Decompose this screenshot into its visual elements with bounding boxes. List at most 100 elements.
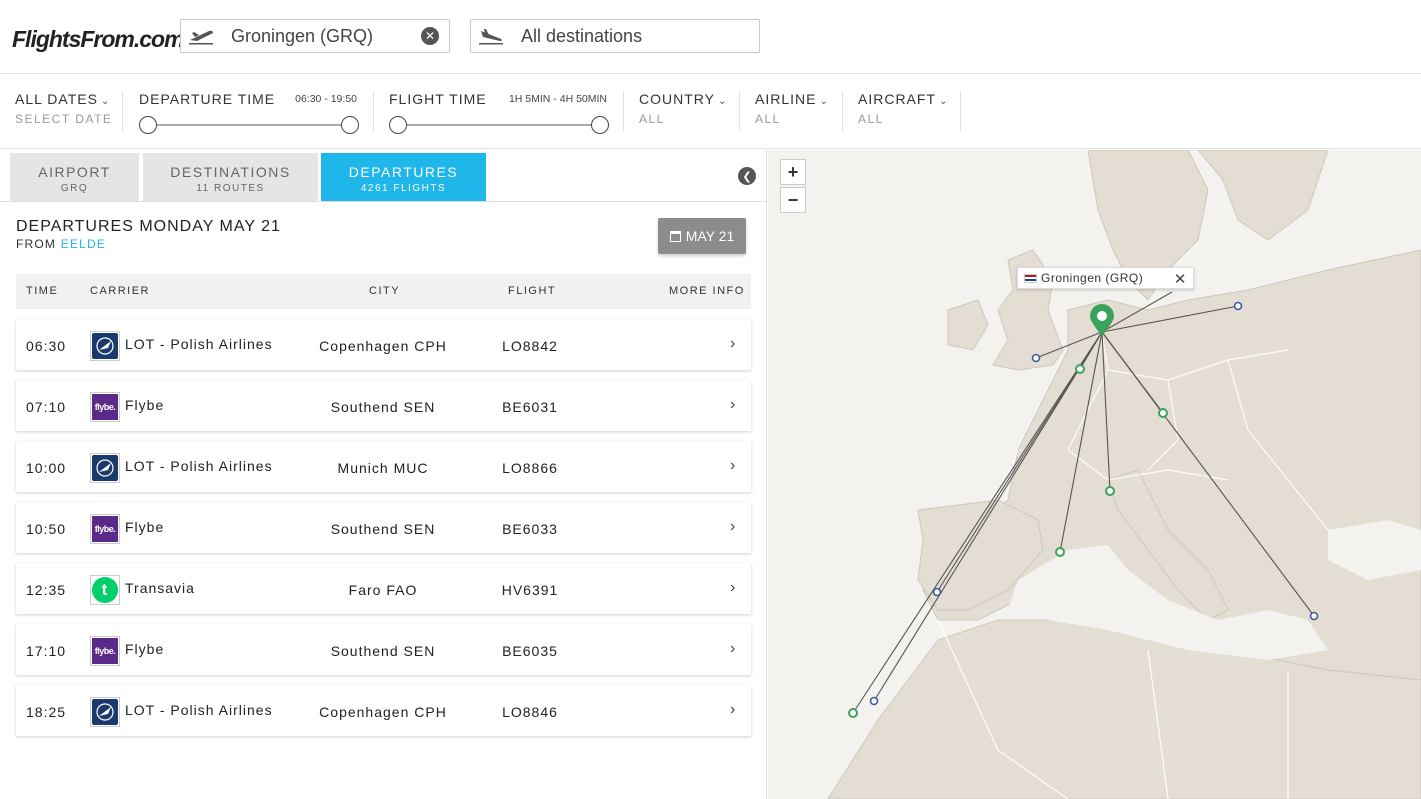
flight-number: LO8842 [502, 338, 558, 354]
carrier-name: LOT - Polish Airlines [125, 458, 273, 474]
table-row[interactable]: 17:10 flybe. Flybe Southend SEN BE6035 › [16, 624, 751, 675]
table-row[interactable]: 18:25 LOT - Polish Airlines Copenhagen C… [16, 685, 751, 736]
filter-dates-sub: SELECT DATE [15, 112, 113, 126]
route-map[interactable]: + − Groningen (GRQ) ✕ [768, 150, 1421, 799]
destination-city: Southend SEN [330, 521, 436, 537]
destination-search[interactable]: All destinations [470, 19, 760, 53]
tab-airport[interactable]: AIRPORT GRQ [10, 153, 139, 201]
departure-time: 10:50 [26, 521, 67, 537]
site-logo[interactable]: FlightsFrom.com [12, 26, 185, 53]
destination-city: Copenhagen CPH [319, 704, 447, 720]
origin-input[interactable]: Groningen (GRQ) [221, 26, 421, 47]
page-title: DEPARTURES MONDAY MAY 21 [16, 218, 281, 235]
table-row[interactable]: 12:35 t Transavia Faro FAO HV6391 › [16, 563, 751, 614]
filter-country-sub: ALL [639, 112, 665, 126]
slider-handle-min[interactable] [389, 116, 407, 134]
flybe-logo-icon: flybe. [90, 636, 120, 666]
flight-number: BE6033 [502, 521, 558, 537]
header: FlightsFrom.com Groningen (GRQ) ✕ All de… [0, 0, 1421, 74]
filter-airline-sub: ALL [755, 112, 781, 126]
table-row[interactable]: 07:10 flybe. Flybe Southend SEN BE6031 › [16, 380, 751, 431]
chevron-right-icon[interactable]: › [730, 457, 736, 475]
carrier-name: Transavia [125, 580, 195, 596]
slider-handle-min[interactable] [139, 116, 157, 134]
table-row[interactable]: 10:00 LOT - Polish Airlines Munich MUC L… [16, 441, 751, 492]
carrier-name: Flybe [125, 641, 165, 657]
filter-aircraft-sub: ALL [858, 112, 884, 126]
carrier-name: LOT - Polish Airlines [125, 702, 273, 718]
departure-time: 12:35 [26, 582, 67, 598]
filter-flight-time: FLIGHT TIME 1H 5MIN - 4H 50MIN [389, 91, 624, 134]
departure-time: 06:30 [26, 338, 67, 354]
flight-time-slider[interactable] [389, 116, 609, 134]
destination-city: Faro FAO [348, 582, 418, 598]
destination-city: Southend SEN [330, 643, 436, 659]
chevron-right-icon[interactable]: › [730, 701, 736, 719]
filter-aircraft[interactable]: AIRCRAFT ⌄ ALL [858, 91, 961, 131]
calendar-icon [669, 230, 681, 242]
chevron-down-icon: ⌄ [939, 96, 949, 107]
collapse-panel-icon[interactable]: ❮ [738, 167, 756, 185]
column-carrier: CARRIER [90, 285, 151, 297]
tab-bar: AIRPORT GRQ DESTINATIONS 11 ROUTES DEPAR… [0, 150, 767, 202]
flight-number: LO8846 [502, 704, 558, 720]
column-more-info: MORE INFO [669, 285, 745, 297]
tab-departures[interactable]: DEPARTURES 4261 FLIGHTS [321, 153, 486, 201]
takeoff-icon [181, 20, 221, 52]
clear-icon[interactable]: ✕ [421, 27, 439, 45]
table-row[interactable]: 06:30 LOT - Polish Airlines Copenhagen C… [16, 319, 751, 370]
tab-sub: GRQ [60, 183, 89, 194]
flight-number: BE6035 [502, 643, 558, 659]
from-prefix: FROM [16, 237, 57, 251]
departure-time: 18:25 [26, 704, 67, 720]
tab-destinations[interactable]: DESTINATIONS 11 ROUTES [143, 153, 318, 201]
chevron-right-icon[interactable]: › [730, 518, 736, 536]
filter-dates-title: ALL DATES [15, 91, 98, 107]
flight-number: BE6031 [502, 399, 558, 415]
chevron-right-icon[interactable]: › [730, 335, 736, 353]
lot-logo-icon [90, 453, 120, 483]
zoom-out-button[interactable]: − [780, 187, 806, 213]
map-canvas [768, 150, 1421, 799]
filter-country-title: COUNTRY [639, 91, 715, 107]
date-picker-button[interactable]: MAY 21 [658, 218, 746, 254]
filter-airline[interactable]: AIRLINE ⌄ ALL [755, 91, 843, 131]
lot-logo-icon [90, 697, 120, 727]
column-city: CITY [369, 285, 401, 297]
departure-time: 07:10 [26, 399, 67, 415]
departure-time-slider[interactable] [139, 116, 359, 134]
transavia-logo-icon: t [90, 575, 120, 605]
chevron-right-icon[interactable]: › [730, 579, 736, 597]
slider-handle-max[interactable] [341, 116, 359, 134]
chevron-down-icon: ⌄ [100, 96, 111, 107]
from-airport-link[interactable]: EELDE [61, 237, 106, 251]
flight-number: HV6391 [501, 582, 559, 598]
departures-from: FROM EELDE [16, 237, 106, 251]
zoom-in-button[interactable]: + [780, 159, 806, 185]
filter-departure-time-range: 06:30 - 19:50 [295, 93, 357, 105]
destination-input[interactable]: All destinations [511, 26, 759, 47]
chevron-down-icon: ⌄ [819, 96, 829, 107]
filter-aircraft-title: AIRCRAFT [858, 91, 936, 107]
tab-sub: 4261 FLIGHTS [360, 183, 447, 194]
tab-label: DEPARTURES [348, 164, 459, 180]
chevron-right-icon[interactable]: › [730, 640, 736, 658]
filter-country[interactable]: COUNTRY ⌄ ALL [639, 91, 740, 131]
map-popup: Groningen (GRQ) ✕ [1017, 267, 1194, 289]
carrier-name: LOT - Polish Airlines [125, 336, 273, 352]
carrier-name: Flybe [125, 519, 165, 535]
tab-label: DESTINATIONS [170, 164, 291, 180]
destination-city: Copenhagen CPH [319, 338, 447, 354]
chevron-right-icon[interactable]: › [730, 396, 736, 414]
lot-logo-icon [90, 331, 120, 361]
filter-dates[interactable]: ALL DATES ⌄ SELECT DATE [15, 91, 123, 131]
slider-handle-max[interactable] [591, 116, 609, 134]
close-icon[interactable]: ✕ [1174, 270, 1187, 288]
popup-label: Groningen (GRQ) [1041, 271, 1144, 285]
table-row[interactable]: 10:50 flybe. Flybe Southend SEN BE6033 › [16, 502, 751, 553]
destination-city: Munich MUC [337, 460, 429, 476]
origin-search[interactable]: Groningen (GRQ) ✕ [180, 19, 450, 53]
results-panel: AIRPORT GRQ DESTINATIONS 11 ROUTES DEPAR… [0, 150, 767, 799]
column-flight: FLIGHT [508, 285, 557, 297]
carrier-name: Flybe [125, 397, 165, 413]
